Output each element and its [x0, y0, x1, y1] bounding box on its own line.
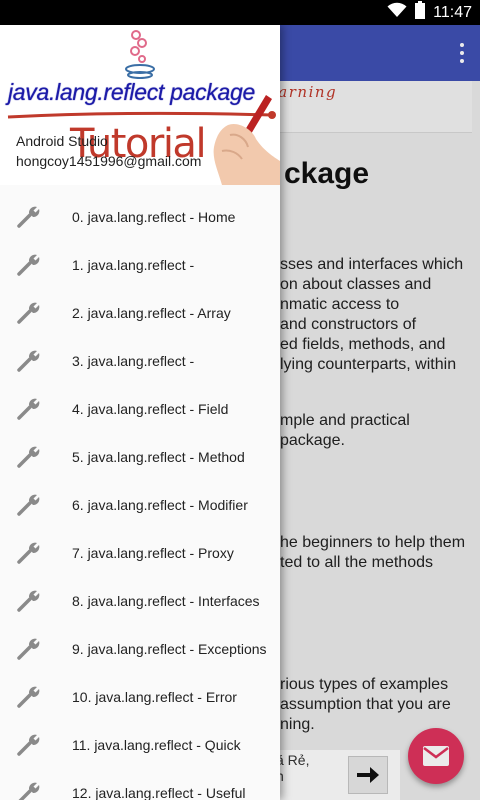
- menu-item-modifier[interactable]: 6. java.lang.reflect - Modifier: [0, 481, 280, 529]
- battery-icon: [415, 1, 426, 24]
- status-bar: 11:47: [0, 0, 480, 25]
- menu-item-quick[interactable]: 11. java.lang.reflect - Quick: [0, 721, 280, 769]
- menu-item-label: 1. java.lang.reflect -: [72, 257, 195, 273]
- menu-item-3[interactable]: 3. java.lang.reflect -: [0, 337, 280, 385]
- menu-item-array[interactable]: 2. java.lang.reflect - Array: [0, 289, 280, 337]
- drawer-menu: 0. java.lang.reflect - Home 1. java.lang…: [0, 193, 280, 800]
- menu-item-useful[interactable]: 12. java.lang.reflect - Useful: [0, 769, 280, 800]
- wrench-icon: [17, 398, 40, 420]
- navigation-drawer: java.lang.reflect package Tutorial Andro…: [0, 25, 280, 800]
- status-time: 11:47: [433, 3, 472, 21]
- menu-item-error[interactable]: 10. java.lang.reflect - Error: [0, 673, 280, 721]
- wrench-icon: [17, 254, 40, 276]
- wifi-icon: [387, 2, 407, 23]
- menu-item-label: 9. java.lang.reflect - Exceptions: [72, 641, 267, 657]
- menu-item-label: 12. java.lang.reflect - Useful: [72, 785, 246, 800]
- wrench-icon: [17, 206, 40, 228]
- wrench-icon: [17, 350, 40, 372]
- wrench-icon: [17, 686, 40, 708]
- account-name: Android Studio: [16, 133, 108, 149]
- menu-item-label: 8. java.lang.reflect - Interfaces: [72, 593, 260, 609]
- drawer-header: java.lang.reflect package Tutorial Andro…: [0, 25, 280, 185]
- menu-item-home[interactable]: 0. java.lang.reflect - Home: [0, 193, 280, 241]
- menu-item-label: 0. java.lang.reflect - Home: [72, 209, 236, 225]
- wrench-icon: [17, 302, 40, 324]
- wrench-icon: [17, 446, 40, 468]
- menu-item-method[interactable]: 5. java.lang.reflect - Method: [0, 433, 280, 481]
- menu-item-label: 10. java.lang.reflect - Error: [72, 689, 237, 705]
- java-logo-icon: [120, 29, 160, 86]
- wrench-icon: [17, 734, 40, 756]
- menu-item-label: 6. java.lang.reflect - Modifier: [72, 497, 248, 513]
- menu-item-exceptions[interactable]: 9. java.lang.reflect - Exceptions: [0, 625, 280, 673]
- menu-item-label: 7. java.lang.reflect - Proxy: [72, 545, 234, 561]
- wrench-icon: [18, 782, 40, 800]
- menu-item-interfaces[interactable]: 8. java.lang.reflect - Interfaces: [0, 577, 280, 625]
- menu-item-label: 5. java.lang.reflect - Method: [72, 449, 245, 465]
- wrench-icon: [17, 638, 40, 660]
- menu-item-label: 11. java.lang.reflect - Quick: [72, 737, 241, 753]
- menu-item-label: 4. java.lang.reflect - Field: [72, 401, 229, 417]
- wrench-icon: [17, 590, 40, 612]
- wrench-icon: [17, 494, 40, 516]
- menu-item-field[interactable]: 4. java.lang.reflect - Field: [0, 385, 280, 433]
- wrench-icon: [17, 542, 40, 564]
- menu-item-proxy[interactable]: 7. java.lang.reflect - Proxy: [0, 529, 280, 577]
- menu-item-label: 3. java.lang.reflect -: [72, 353, 195, 369]
- status-icons: 11:47: [387, 0, 472, 25]
- account-email: hongcoy1451996@gmail.com: [16, 153, 202, 169]
- menu-item-label: 2. java.lang.reflect - Array: [72, 305, 231, 321]
- hand-illustration-icon: [208, 95, 280, 185]
- menu-item-1[interactable]: 1. java.lang.reflect -: [0, 241, 280, 289]
